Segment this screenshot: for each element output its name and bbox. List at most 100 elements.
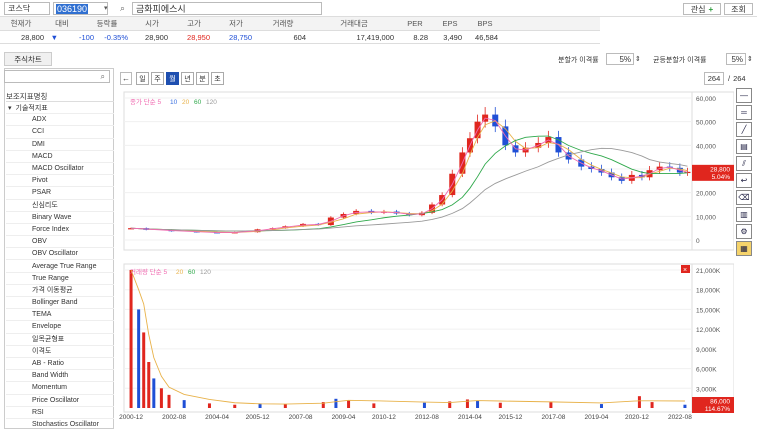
indicator-search-input[interactable]: ⌕ [4, 70, 110, 83]
bar-chart-icon[interactable]: ▥ [736, 207, 752, 222]
indicator-item[interactable]: MACD [6, 151, 114, 163]
y-tick-label: 10,000 [696, 214, 716, 221]
palette-icon[interactable]: ▦ [736, 241, 752, 256]
indicator-item[interactable]: MACD Oscillator [6, 163, 114, 176]
legend-entry: 60 [194, 99, 202, 106]
quote-header: 현재가 대비 등락률 시가 고가 저가 거래량 거래대금 PER EPS BPS [0, 17, 600, 31]
col-header: 등락률 [96, 19, 118, 28]
split-rate-input[interactable]: 5% [606, 53, 634, 65]
indicator-item[interactable]: True Range [6, 273, 114, 285]
document-icon[interactable]: ▤ [736, 139, 752, 154]
indicator-item[interactable]: 일목균형표 [6, 334, 114, 346]
scroll-left-button[interactable]: ← [120, 72, 132, 85]
indicator-item[interactable]: Pivot [6, 175, 114, 188]
interest-button[interactable]: 관심 + [683, 3, 721, 15]
volume-bar [233, 404, 237, 408]
x-tick-label: 2022-08 [668, 414, 692, 421]
indicator-item[interactable]: CCI [6, 126, 114, 139]
indicator-item[interactable]: PSAR [6, 187, 114, 200]
x-tick-label: 2000-12 [119, 414, 143, 421]
col-header: BPS [477, 19, 493, 28]
x-tick-label: 2010-12 [372, 414, 396, 421]
change-value: -100 [78, 32, 94, 42]
indicator-item[interactable]: AB - Ratio [6, 358, 114, 371]
volume-badge-value: 86,000 [710, 399, 730, 406]
indicator-item[interactable]: Momentum [6, 382, 114, 395]
volume-bar [129, 270, 133, 408]
volume-bar [147, 362, 151, 408]
volume-bar [549, 402, 553, 408]
indicator-item[interactable]: OBV Oscillator [6, 248, 114, 261]
collapse-icon[interactable]: ▾ [8, 104, 12, 112]
even-split-input[interactable]: 5% [726, 53, 746, 65]
indicator-item[interactable]: RSI [6, 407, 114, 419]
undo-icon[interactable]: ↩ [736, 173, 752, 188]
eps-value: 3,490 [443, 32, 462, 42]
period-button[interactable]: 년 [181, 72, 194, 85]
volume-bar [650, 402, 654, 408]
search-icon[interactable]: ⌕ [120, 3, 125, 14]
volume-bar [347, 400, 351, 408]
indicator-item[interactable]: Bollinger Band [6, 297, 114, 310]
col-header: 거래량 [272, 19, 294, 28]
legend-entry: 20 [182, 99, 190, 106]
code-dropdown-icon[interactable]: ▾ [104, 4, 108, 12]
x-tick-label: 2005-12 [246, 414, 270, 421]
stock-name-field: 금화피에스시 [132, 2, 322, 15]
period-button[interactable]: 주 [151, 72, 164, 85]
drawing-toolbar: — ═ ╱ ▤ ⫽ ↩ ⌫ ▥ ⚙ ▦ [736, 88, 753, 256]
indicator-item[interactable]: Force Index [6, 224, 114, 237]
volume-bar [372, 403, 376, 408]
indicator-item[interactable]: 신심리도 [6, 200, 114, 212]
indicator-item[interactable]: OBV [6, 236, 114, 249]
trend-line-icon[interactable]: ╱ [736, 122, 752, 137]
indicator-item[interactable]: Stochastics Oscillator [6, 419, 114, 429]
period-button[interactable]: 분 [196, 72, 209, 85]
visible-count-input[interactable]: 264 [704, 72, 724, 85]
settings-icon[interactable]: ⚙ [736, 224, 752, 239]
indicator-item[interactable]: Envelope [6, 321, 114, 334]
price-badge-value: 28,800 [710, 166, 730, 173]
indicator-item[interactable]: Band Width [6, 370, 114, 383]
volume-bar [167, 394, 171, 408]
horizontal-line-icon[interactable]: — [736, 88, 752, 103]
indicator-item[interactable]: DMI [6, 139, 114, 151]
col-header: 대비 [55, 19, 69, 28]
market-select[interactable]: 코스닥 [4, 2, 50, 15]
period-button[interactable]: 월 [166, 72, 179, 85]
volume-bar [137, 309, 141, 408]
indicator-item[interactable]: Average True Range [6, 260, 114, 273]
search-icon[interactable]: ⌕ [101, 72, 105, 82]
stock-code-input[interactable]: 036190 [53, 2, 108, 15]
volume-bar [422, 402, 426, 408]
volume-bar [142, 332, 146, 408]
x-tick-label: 2002-08 [162, 414, 186, 421]
quote-row: 28,800 ▼ -100 -0.35% 28,900 28,950 28,75… [0, 31, 600, 44]
stepper-icon[interactable]: ⇕ [747, 55, 753, 63]
indicator-item[interactable]: Binary Wave [6, 212, 114, 224]
y-tick-label: 3,000K [696, 386, 717, 393]
x-tick-label: 2014-04 [458, 414, 482, 421]
indicator-item[interactable]: TEMA [6, 309, 114, 322]
stepper-icon[interactable]: ⇕ [635, 55, 641, 63]
volume-bar [498, 402, 502, 408]
horizontal-line-icon[interactable]: ═ [736, 105, 752, 120]
total-count: /264 [728, 74, 746, 83]
indicator-group[interactable]: ▾ 기술적지표 [6, 102, 114, 115]
y-tick-label: 12,000K [696, 327, 721, 334]
query-button[interactable]: 조회 [724, 3, 753, 15]
period-button[interactable]: 초 [211, 72, 224, 85]
fibonacci-icon[interactable]: ⫽ [736, 156, 752, 171]
x-tick-label: 2009-04 [332, 414, 356, 421]
eraser-icon[interactable]: ⌫ [736, 190, 752, 205]
tab-stock-chart[interactable]: 주식차트 [4, 52, 52, 66]
period-button[interactable]: 일 [136, 72, 149, 85]
indicator-item[interactable]: 이격도 [6, 346, 114, 358]
indicator-item[interactable]: Price Oscillator [6, 395, 114, 407]
volume-bar [683, 404, 687, 408]
x-tick-label: 2004-04 [205, 414, 229, 421]
indicator-item[interactable]: 가격 이동평균 [6, 285, 114, 297]
chart-area[interactable]: 60,00050,00040,00030,00020,00010,000021,… [118, 88, 734, 428]
col-header: PER [407, 19, 423, 28]
indicator-item[interactable]: ADX [6, 114, 114, 127]
